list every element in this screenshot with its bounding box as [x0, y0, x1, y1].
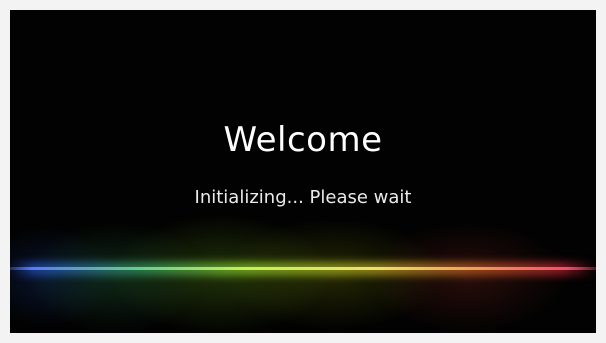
splash-screen: Welcome Initializing... Please wait — [10, 10, 596, 333]
welcome-title: Welcome — [223, 120, 383, 160]
spectrum-line — [10, 267, 596, 270]
initializing-status: Initializing... Please wait — [194, 187, 412, 208]
